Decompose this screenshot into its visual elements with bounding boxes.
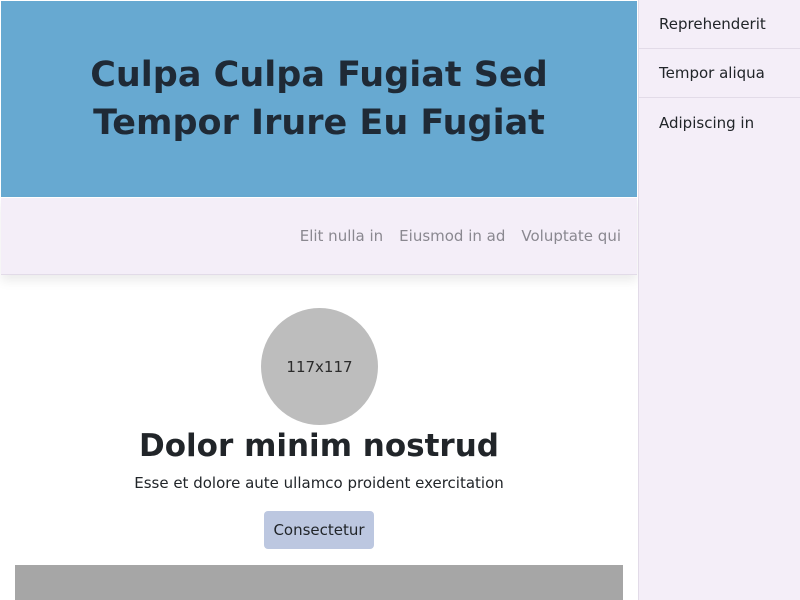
sidebar-item-label: Adipiscing in	[659, 113, 755, 132]
image-placeholder-block	[15, 565, 623, 600]
sidebar-item-adipiscing[interactable]: Adipiscing in	[639, 98, 800, 147]
hero-title: Culpa Culpa Fugiat Sed Tempor Irure Eu F…	[90, 55, 548, 143]
secondary-nav: Elit nulla in Eiusmod in ad Voluptate qu…	[1, 198, 637, 275]
nav-link-elit[interactable]: Elit nulla in	[300, 227, 383, 245]
nav-link-voluptate[interactable]: Voluptate qui	[521, 227, 621, 245]
sidebar-menu: Reprehenderit Tempor aliqua Adipiscing i…	[638, 0, 800, 600]
sidebar-item-reprehenderit[interactable]: Reprehenderit	[639, 0, 800, 49]
hero-banner: Culpa Culpa Fugiat Sed Tempor Irure Eu F…	[1, 1, 637, 197]
main-content-area: Culpa Culpa Fugiat Sed Tempor Irure Eu F…	[0, 0, 638, 600]
nav-link-eiusmod[interactable]: Eiusmod in ad	[399, 227, 505, 245]
avatar-placeholder: 117x117	[261, 308, 378, 425]
consectetur-button[interactable]: Consectetur	[264, 511, 374, 549]
sidebar-item-label: Tempor aliqua	[659, 64, 765, 82]
sidebar-item-label: Reprehenderit	[659, 15, 766, 33]
avatar-size-label: 117x117	[286, 357, 353, 376]
sidebar-item-tempor[interactable]: Tempor aliqua	[639, 49, 800, 98]
profile-description: Esse et dolore aute ullamco proident exe…	[134, 474, 504, 492]
profile-heading: Dolor minim nostrud	[139, 428, 499, 464]
